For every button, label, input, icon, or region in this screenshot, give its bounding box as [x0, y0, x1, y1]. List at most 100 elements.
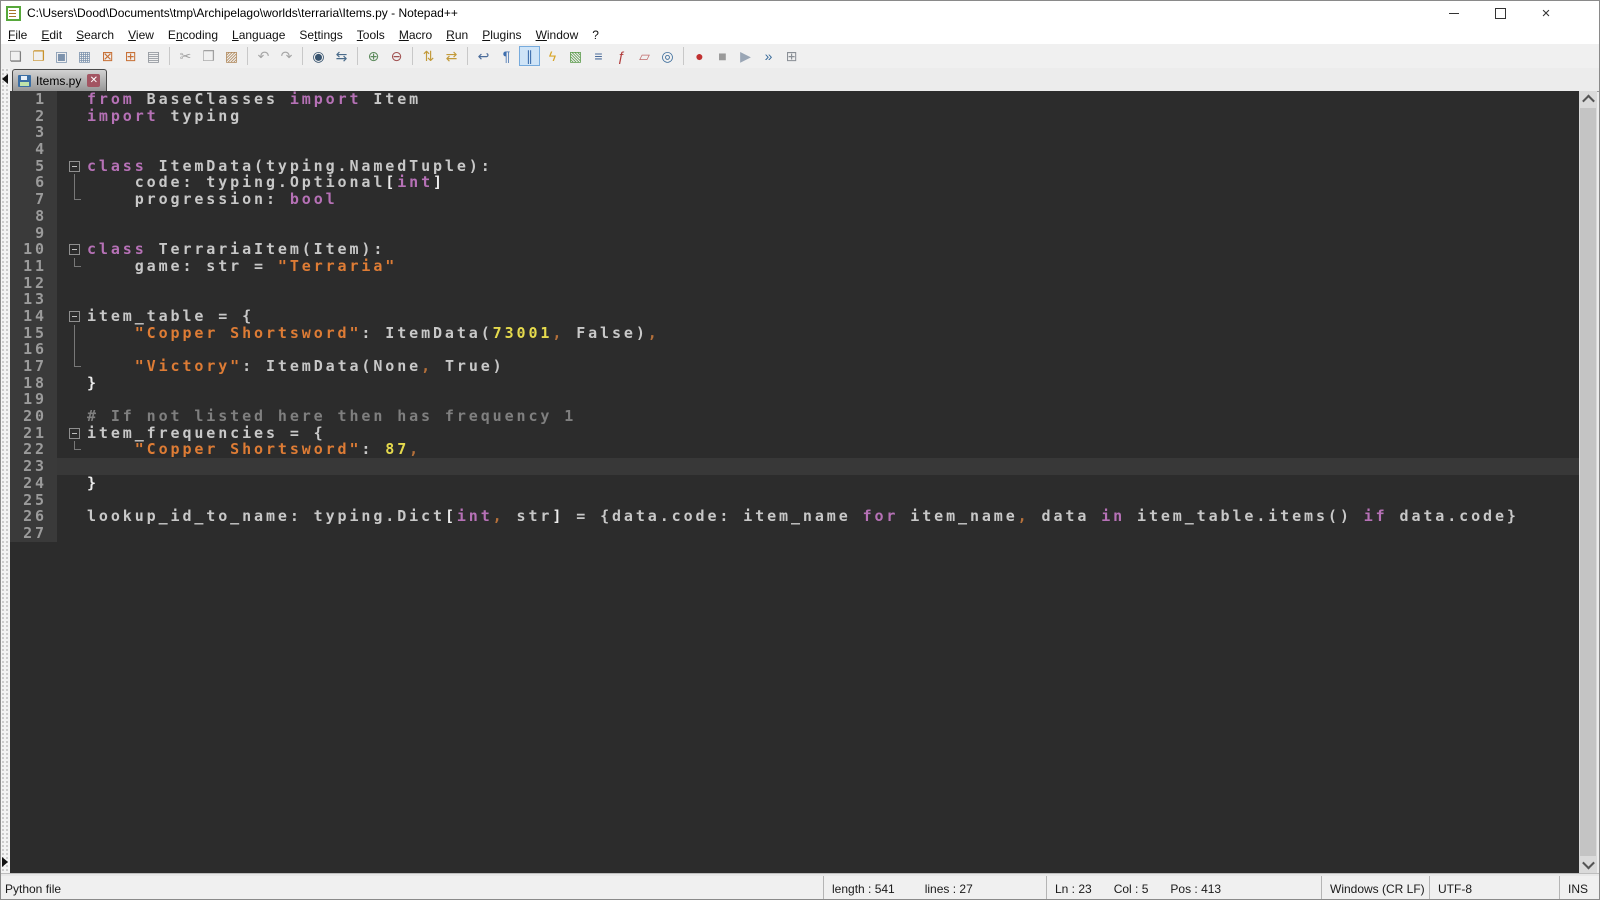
cut-icon[interactable]: ✂	[175, 46, 196, 66]
code-text[interactable]: class ItemData(typing.NamedTuple):	[87, 158, 493, 175]
tab-label: Items.py	[36, 74, 81, 88]
status-encoding[interactable]: UTF-8	[1429, 876, 1559, 900]
zoom-out-icon[interactable]: ⊖	[386, 46, 407, 66]
code-text[interactable]: from BaseClasses import Item	[87, 91, 421, 108]
line-number: 16	[10, 341, 57, 358]
macro-record-icon[interactable]: ●	[689, 46, 710, 66]
menu-item-edit[interactable]: Edit	[34, 26, 69, 44]
code-text[interactable]: }	[87, 375, 99, 392]
menu-item-plugins[interactable]: Plugins	[475, 26, 528, 44]
fold-margin	[57, 508, 87, 525]
sync-horizontal-scrolling-icon[interactable]: ⇄	[441, 46, 462, 66]
save-all-icon[interactable]: ▦	[74, 46, 95, 66]
code-line-17: 17 "Victory": ItemData(None, True)	[10, 358, 1579, 375]
menu-item-file[interactable]: File	[1, 26, 34, 44]
menu-item-settings[interactable]: Settings	[292, 26, 349, 44]
code-text[interactable]: "Copper Shortsword": 87,	[87, 441, 421, 458]
word-wrap-icon[interactable]: ↩	[473, 46, 494, 66]
undo-icon[interactable]: ↶	[253, 46, 274, 66]
define-language-icon[interactable]: ϟ	[542, 46, 563, 66]
code-text[interactable]: progression: bool	[87, 191, 338, 208]
sync-vertical-scrolling-icon[interactable]: ⇅	[418, 46, 439, 66]
replace-icon[interactable]: ⇆	[331, 46, 352, 66]
line-number: 1	[10, 91, 57, 108]
menu-item-help[interactable]: ?	[585, 26, 606, 44]
status-insert-mode[interactable]: INS	[1559, 876, 1599, 900]
maximize-button[interactable]	[1477, 1, 1523, 25]
expand-panel-arrow-icon[interactable]	[2, 857, 8, 867]
scroll-down-button[interactable]	[1579, 856, 1597, 873]
fold-toggle-icon[interactable]	[69, 161, 80, 172]
line-content: }	[57, 375, 1579, 392]
show-all-characters-icon[interactable]: ¶	[496, 46, 517, 66]
code-text[interactable]: game: str = "Terraria"	[87, 258, 397, 275]
chevron-up-icon	[1582, 95, 1595, 108]
document-list-icon[interactable]: ≡	[588, 46, 609, 66]
copy-icon[interactable]: ❒	[198, 46, 219, 66]
fold-margin	[57, 458, 87, 475]
scrollbar-thumb[interactable]	[1580, 108, 1596, 856]
line-number: 13	[10, 291, 57, 308]
macro-play-icon[interactable]: ▶	[735, 46, 756, 66]
fold-toggle-icon[interactable]	[69, 428, 80, 439]
status-caret-position: Ln : 23 Col : 5 Pos : 413	[1046, 876, 1321, 900]
macro-save-icon[interactable]: ⊞	[781, 46, 802, 66]
close-all-icon[interactable]: ⊞	[120, 46, 141, 66]
new-file-icon[interactable]: ❏	[5, 46, 26, 66]
maximize-icon	[1495, 8, 1506, 19]
line-number: 12	[10, 275, 57, 292]
macro-stop-icon[interactable]: ■	[712, 46, 733, 66]
code-text[interactable]: import typing	[87, 108, 242, 125]
code-text[interactable]: code: typing.Optional[int]	[87, 174, 445, 191]
code-line-19: 19	[10, 391, 1579, 408]
minimize-button[interactable]	[1431, 1, 1477, 25]
menu-item-window[interactable]: Window	[529, 26, 586, 44]
open-file-icon[interactable]: ❐	[28, 46, 49, 66]
menu-item-tools[interactable]: Tools	[350, 26, 392, 44]
code-text[interactable]: }	[87, 475, 99, 492]
scroll-up-button[interactable]	[1579, 91, 1597, 108]
menu-item-language[interactable]: Language	[225, 26, 292, 44]
function-list-icon[interactable]: ƒ	[611, 46, 632, 66]
line-number: 10	[10, 241, 57, 258]
document-map-icon[interactable]: ▧	[565, 46, 586, 66]
menu-item-encoding[interactable]: Encoding	[161, 26, 225, 44]
close-button[interactable]: ×	[1523, 1, 1569, 25]
code-text[interactable]: lookup_id_to_name: typing.Dict[int, str]…	[87, 508, 1519, 525]
line-content: game: str = "Terraria"	[57, 258, 1579, 275]
fold-margin	[57, 241, 87, 258]
zoom-in-icon[interactable]: ⊕	[363, 46, 384, 66]
close-file-icon[interactable]: ⊠	[97, 46, 118, 66]
paste-icon[interactable]: ▨	[221, 46, 242, 66]
line-number: 6	[10, 174, 57, 191]
code-text[interactable]: item_table = {	[87, 308, 254, 325]
code-line-8: 8	[10, 208, 1579, 225]
show-indent-guide-icon[interactable]: ∥	[519, 46, 540, 66]
line-content	[57, 141, 1579, 158]
code-text[interactable]: "Copper Shortsword": ItemData(73001, Fal…	[87, 325, 660, 342]
menu-item-run[interactable]: Run	[439, 26, 475, 44]
code-text[interactable]: item_frequencies = {	[87, 425, 326, 442]
macro-run-multiple-icon[interactable]: »	[758, 46, 779, 66]
tab-close-icon[interactable]: ✕	[87, 74, 100, 87]
find-icon[interactable]: ◉	[308, 46, 329, 66]
code-text[interactable]: # If not listed here then has frequency …	[87, 408, 576, 425]
monitoring-icon[interactable]: ◎	[657, 46, 678, 66]
menu-item-view[interactable]: View	[121, 26, 161, 44]
code-text[interactable]: class TerrariaItem(Item):	[87, 241, 385, 258]
menu-item-macro[interactable]: Macro	[392, 26, 439, 44]
redo-icon[interactable]: ↷	[276, 46, 297, 66]
fold-toggle-icon[interactable]	[69, 244, 80, 255]
code-text[interactable]: "Victory": ItemData(None, True)	[87, 358, 505, 375]
vertical-scrollbar[interactable]	[1579, 91, 1597, 873]
status-eol-format[interactable]: Windows (CR LF)	[1321, 876, 1429, 900]
print-icon[interactable]: ▤	[143, 46, 164, 66]
save-file-icon[interactable]: ▣	[51, 46, 72, 66]
collapse-panel-arrow-icon[interactable]	[2, 74, 8, 84]
folder-as-workspace-icon[interactable]: ▱	[634, 46, 655, 66]
menu-item-search[interactable]: Search	[69, 26, 121, 44]
fold-toggle-icon[interactable]	[69, 311, 80, 322]
toolbar-separator	[467, 47, 468, 65]
tab-items-py[interactable]: Items.py ✕	[12, 69, 107, 91]
editor[interactable]: 1from BaseClasses import Item2import typ…	[10, 91, 1579, 873]
